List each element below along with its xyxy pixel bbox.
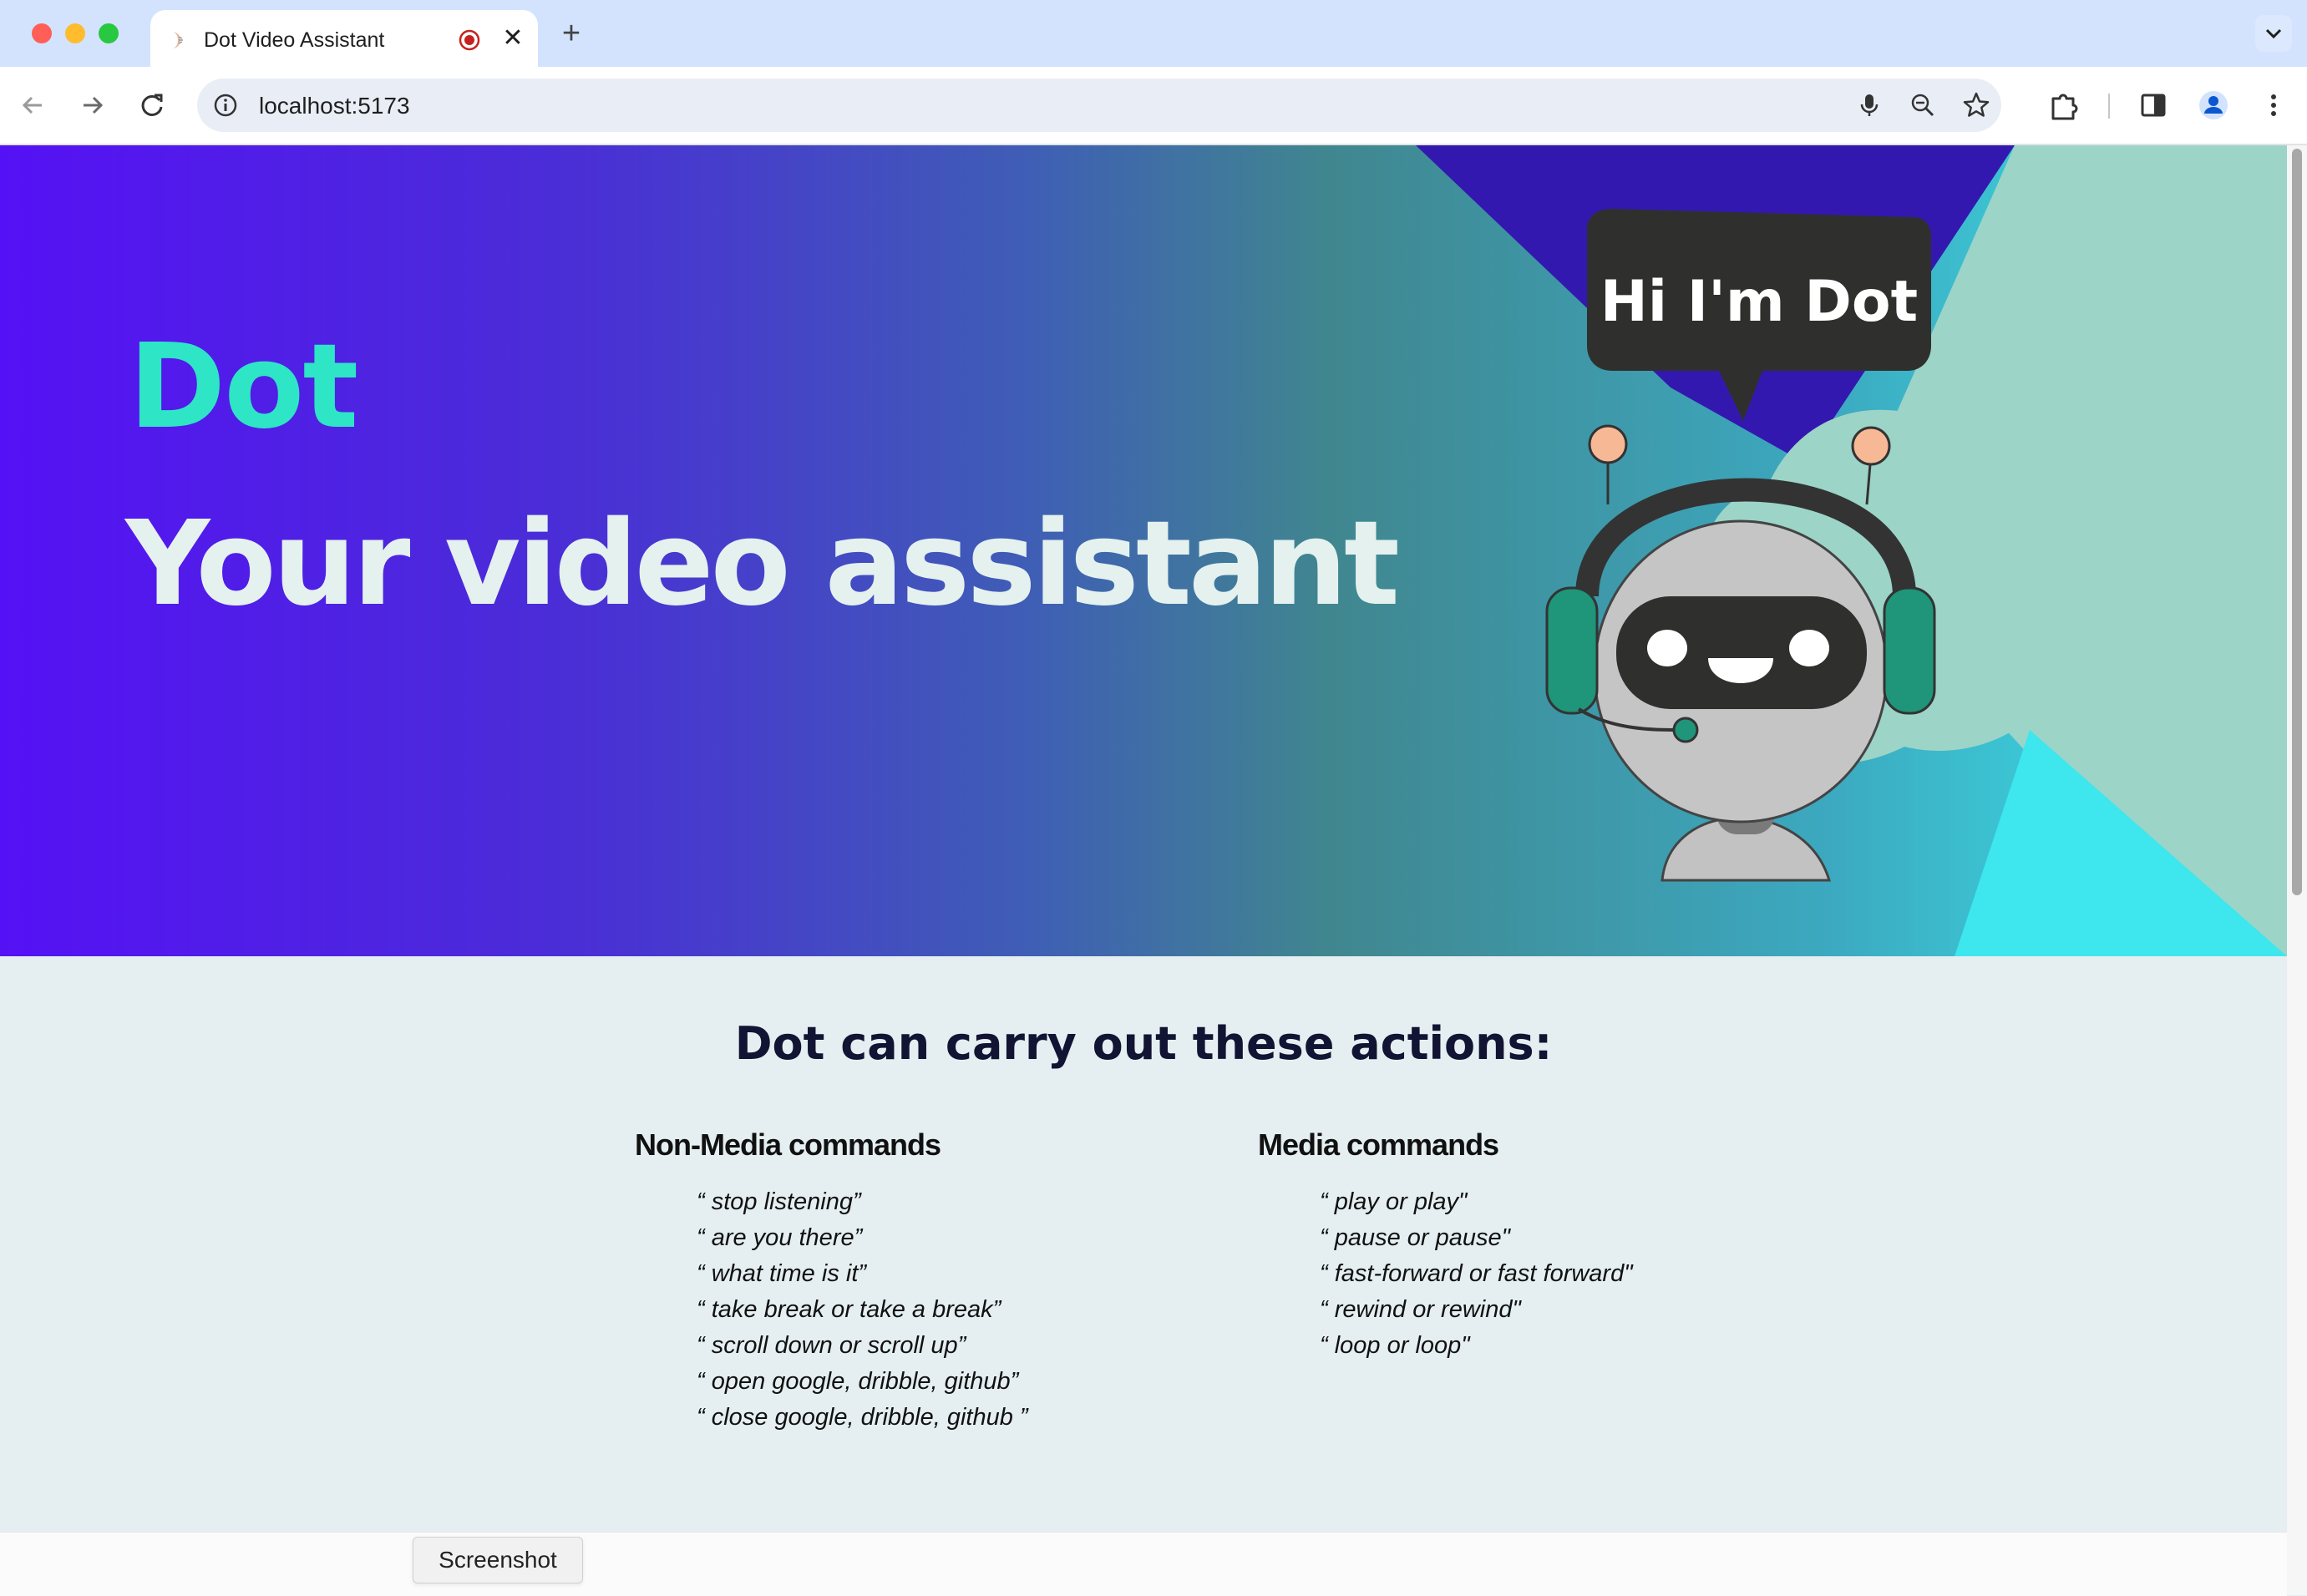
command-item: “ loop or loop"	[1320, 1332, 1470, 1359]
extensions-icon[interactable]	[2045, 87, 2081, 124]
command-item: “ pause or pause"	[1320, 1224, 1510, 1251]
command-item: “ are you there”	[697, 1224, 863, 1251]
command-item: “ stop listening”	[697, 1188, 861, 1215]
toolbar-divider	[2108, 94, 2110, 119]
ear-cup-right-shape	[1883, 586, 1936, 715]
maximize-window-button[interactable]	[99, 23, 119, 43]
mic-icon[interactable]	[1854, 90, 1884, 120]
command-item: “ fast-forward or fast forward"	[1320, 1260, 1633, 1287]
tab-title: Dot Video Assistant	[204, 28, 385, 52]
side-panel-icon[interactable]	[2135, 87, 2172, 124]
tab-favicon-icon	[172, 32, 183, 48]
robot-eye-right-shape	[1789, 630, 1829, 666]
command-item: “ take break or take a break”	[697, 1296, 1001, 1323]
ear-cup-left-shape	[1545, 586, 1599, 715]
star-icon[interactable]	[1961, 90, 1991, 120]
record-icon[interactable]	[458, 28, 481, 52]
browser-toolbar: localhost:5173	[0, 67, 2307, 145]
zoom-out-icon[interactable]	[1908, 90, 1938, 120]
speech-bubble-text: Hi I'm Dot	[1600, 269, 1918, 335]
non-media-commands-column: Non-Media commands “ stop listening” “ a…	[635, 1127, 1028, 1436]
tab-search-button[interactable]	[2255, 15, 2292, 52]
page-content: Dot Your video assistant Hi I'm Dot Dot …	[0, 145, 2287, 1595]
address-bar[interactable]: localhost:5173	[197, 79, 2001, 132]
non-media-commands-title: Non-Media commands	[635, 1127, 941, 1162]
tab-strip: Dot Video Assistant ✕ +	[0, 0, 2307, 67]
command-item: “ play or play"	[1320, 1188, 1468, 1215]
hero-banner: Dot Your video assistant Hi I'm Dot	[0, 145, 2287, 956]
vertical-scrollbar[interactable]	[2287, 145, 2307, 1595]
profile-icon[interactable]	[2195, 87, 2232, 124]
info-icon[interactable]	[212, 92, 239, 119]
hero-subtitle: Your video assistant	[125, 496, 1400, 632]
bottom-panel	[0, 1532, 2287, 1596]
back-icon[interactable]	[15, 87, 52, 124]
reload-icon[interactable]	[134, 87, 170, 124]
command-item: “ open google, dribble, github”	[697, 1368, 1019, 1395]
hero-title: Dot	[129, 319, 358, 455]
media-commands-title: Media commands	[1258, 1127, 1499, 1162]
more-icon[interactable]	[2255, 87, 2292, 124]
browser-tab[interactable]: Dot Video Assistant ✕	[150, 10, 538, 67]
url-text[interactable]: localhost:5173	[259, 93, 410, 119]
antenna-left-shape	[1588, 424, 1628, 464]
robot-mic-shape	[1672, 717, 1699, 743]
chevron-down-icon	[2265, 28, 2282, 39]
new-tab-button[interactable]: +	[555, 17, 588, 50]
command-item: “ what time is it”	[697, 1260, 867, 1287]
actions-heading: Dot can carry out these actions:	[734, 1017, 1553, 1070]
antenna-right-shape	[1851, 426, 1891, 466]
command-item: “ scroll down or scroll up”	[697, 1332, 966, 1359]
forward-icon[interactable]	[74, 87, 110, 124]
media-commands-column: Media commands “ play or play" “ pause o…	[1258, 1127, 1633, 1364]
non-media-commands-list: “ stop listening” “ are you there” “ wha…	[697, 1184, 1028, 1436]
screenshot-tooltip: Screenshot	[413, 1537, 583, 1583]
media-commands-list: “ play or play" “ pause or pause" “ fast…	[1320, 1184, 1633, 1364]
scrollbar-thumb[interactable]	[2292, 149, 2302, 895]
robot-eye-left-shape	[1647, 630, 1687, 666]
robot-illustration: Hi I'm Dot	[1416, 145, 2287, 956]
minimize-window-button[interactable]	[65, 23, 85, 43]
close-window-button[interactable]	[32, 23, 52, 43]
close-tab-button[interactable]: ✕	[498, 23, 528, 53]
command-item: “ close google, dribble, github ”	[697, 1404, 1028, 1431]
command-item: “ rewind or rewind"	[1320, 1296, 1521, 1323]
